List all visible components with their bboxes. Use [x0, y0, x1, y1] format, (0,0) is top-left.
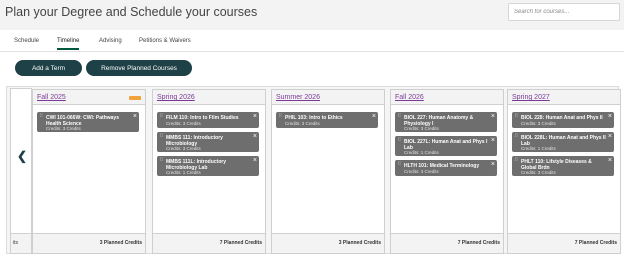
drag-handle-icon[interactable]: ⁞⁞: [515, 158, 519, 163]
page-title: Plan your Degree and Schedule your cours…: [5, 5, 258, 19]
remove-course-icon[interactable]: ×: [608, 157, 612, 164]
course-credits: Credits: 3 Credits: [521, 121, 556, 126]
term-name-link[interactable]: Fall 2026: [395, 94, 424, 101]
course-card[interactable]: ⁞⁞ BIOL 227: Human Anatomy & Physiology …: [395, 112, 497, 132]
drag-handle-icon[interactable]: ⁞⁞: [515, 134, 519, 139]
remove-course-icon[interactable]: ×: [491, 113, 495, 120]
course-credits: Credits: 3 Credits: [521, 170, 556, 175]
term-footer: 3 Planned Credits: [33, 233, 145, 253]
course-card[interactable]: ⁞⁞ BIOL 227L: Human Anat and Phys I Lab …: [395, 136, 497, 156]
tab-advising[interactable]: Advising: [99, 38, 122, 44]
remove-course-icon[interactable]: ×: [608, 113, 612, 120]
term-name-link[interactable]: Spring 2026: [157, 94, 195, 101]
course-credits: Credits: 1 Credits: [404, 150, 439, 155]
term-name-link[interactable]: Fall 2025: [37, 94, 66, 101]
course-card[interactable]: ⁞⁞ MMBS 111L: Introductory Microbiology …: [157, 156, 259, 176]
drag-handle-icon[interactable]: ⁞⁞: [160, 158, 164, 163]
term-footer: 3 Planned Credits: [272, 233, 384, 253]
planned-credits: 7 Planned Credits: [574, 240, 617, 246]
drag-handle-icon[interactable]: ⁞⁞: [279, 114, 283, 119]
course-credits: Credits: 1 Credits: [521, 146, 556, 151]
drag-handle-icon[interactable]: ⁞⁞: [40, 114, 44, 119]
remove-planned-courses-button[interactable]: Remove Planned Courses: [86, 60, 192, 76]
remove-course-icon[interactable]: ×: [253, 133, 257, 140]
term-footer: 7 Planned Credits: [508, 233, 620, 253]
remove-course-icon[interactable]: ×: [491, 137, 495, 144]
previous-term-pane[interactable]: ❮ its: [10, 88, 32, 254]
course-card[interactable]: ⁞⁞ BIOL 228: Human Anat and Phys II Cred…: [512, 112, 614, 128]
header-bar: Plan your Degree and Schedule your cours…: [0, 0, 624, 30]
tab-petitions-waivers[interactable]: Petitions & Waivers: [139, 38, 191, 44]
drag-handle-icon[interactable]: ⁞⁞: [160, 114, 164, 119]
planned-credits: 3 Planned Credits: [338, 240, 381, 246]
planned-credits: 3 Planned Credits: [99, 240, 142, 246]
course-card[interactable]: ⁞⁞ CWI 101-066W: CWI: Pathways Health Sc…: [37, 112, 139, 132]
tab-bar: Schedule Timeline Advising Petitions & W…: [0, 36, 624, 52]
remove-course-icon[interactable]: ×: [133, 113, 137, 120]
previous-term-credits: its: [13, 240, 18, 246]
course-credits: Credits: 3 Credits: [285, 121, 320, 126]
course-credits: Credits: 3 Credits: [166, 121, 201, 126]
previous-term-footer: its: [11, 233, 31, 253]
drag-handle-icon[interactable]: ⁞⁞: [398, 162, 402, 167]
course-card[interactable]: ⁞⁞ MMBS 111: Introductory Microbiology C…: [157, 132, 259, 152]
course-credits: Credits: 3 Credits: [46, 126, 81, 131]
drag-handle-icon[interactable]: ⁞⁞: [160, 134, 164, 139]
course-card[interactable]: ⁞⁞ PHLT 110: Lifstyle Diseases & Global …: [512, 156, 614, 176]
drag-handle-icon[interactable]: ⁞⁞: [398, 114, 402, 119]
planned-credits: 7 Planned Credits: [457, 240, 500, 246]
term-column-spring-2026: Spring 2026 ⁞⁞ FILM 110: Intro to Film S…: [152, 89, 266, 254]
term-header: Fall 2026: [391, 90, 503, 105]
remove-course-icon[interactable]: ×: [253, 113, 257, 120]
tab-schedule[interactable]: Schedule: [14, 38, 39, 44]
course-search-input[interactable]: [508, 3, 620, 21]
remove-course-icon[interactable]: ×: [608, 133, 612, 140]
term-column-fall-2025: Fall 2025 ⁞⁞ CWI 101-066W: CWI: Pathways…: [32, 89, 146, 254]
add-term-button[interactable]: Add a Term: [15, 60, 82, 76]
term-header: Spring 2027: [508, 90, 620, 105]
term-footer: 7 Planned Credits: [153, 233, 265, 253]
term-column-summer-2026: Summer 2026 ⁞⁞ PHIL 103: Intro to Ethics…: [271, 89, 385, 254]
drag-handle-icon[interactable]: ⁞⁞: [515, 114, 519, 119]
term-header: Summer 2026: [272, 90, 384, 105]
course-credits: Credits: 3 Credits: [166, 146, 201, 151]
term-column-fall-2026: Fall 2026 ⁞⁞ BIOL 227: Human Anatomy & P…: [390, 89, 504, 254]
course-credits: Credits: 1 Credits: [166, 170, 201, 175]
course-card[interactable]: ⁞⁞ HLTH 101: Medical Terminology Credits…: [395, 160, 497, 176]
term-name-link[interactable]: Spring 2027: [512, 94, 550, 101]
course-credits: Credits: 3 Credits: [404, 169, 439, 174]
course-card[interactable]: ⁞⁞ BIOL 228L: Human Anat and Phys II Lab…: [512, 132, 614, 152]
chevron-left-icon[interactable]: ❮: [17, 149, 27, 163]
term-header: Fall 2025: [33, 90, 145, 105]
drag-handle-icon[interactable]: ⁞⁞: [398, 138, 402, 143]
term-footer: 7 Planned Credits: [391, 233, 503, 253]
course-credits: Credits: 3 Credits: [404, 126, 439, 131]
planned-credits: 7 Planned Credits: [219, 240, 262, 246]
term-name-link[interactable]: Summer 2026: [276, 94, 320, 101]
remove-course-icon[interactable]: ×: [491, 161, 495, 168]
course-card[interactable]: ⁞⁞ PHIL 103: Intro to Ethics Credits: 3 …: [276, 112, 378, 128]
remove-course-icon[interactable]: ×: [253, 157, 257, 164]
term-column-spring-2027: Spring 2027 ⁞⁞ BIOL 228: Human Anat and …: [507, 89, 621, 254]
warning-badge-icon: [129, 96, 141, 100]
course-card[interactable]: ⁞⁞ FILM 110: Intro to Film Studies Credi…: [157, 112, 259, 128]
tab-timeline[interactable]: Timeline: [57, 38, 80, 50]
remove-course-icon[interactable]: ×: [372, 113, 376, 120]
term-header: Spring 2026: [153, 90, 265, 105]
